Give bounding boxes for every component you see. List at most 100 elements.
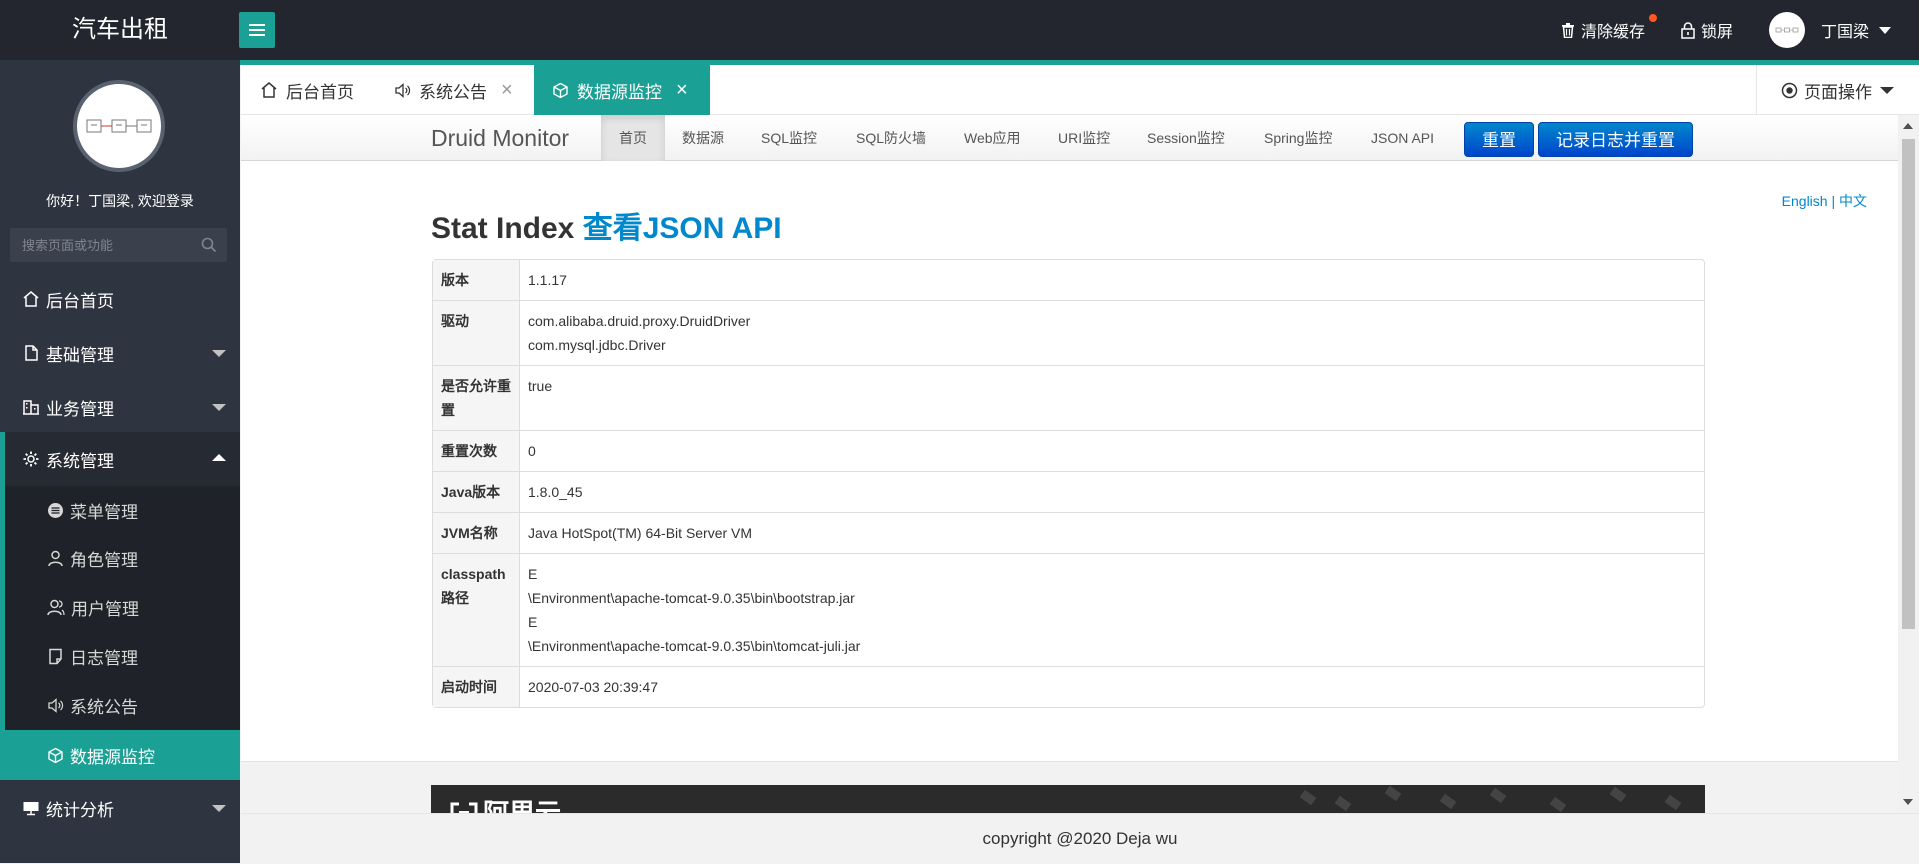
app-title: 汽车出租: [72, 16, 168, 43]
reset-button[interactable]: 重置: [1464, 122, 1534, 157]
scroll-thumb[interactable]: [1902, 139, 1915, 629]
aliyun-banner-text: 阿里云: [483, 798, 562, 813]
druid-nav-home[interactable]: 首页: [601, 115, 665, 161]
sidebar-item-label: 菜单管理: [70, 502, 138, 522]
druid-nav-wall[interactable]: SQL防火墙: [838, 115, 944, 161]
table-row: 驱动 com.alibaba.druid.proxy.DruidDriver com…: [433, 300, 1704, 365]
row-value-line: \Environment\apache-tomcat-9.0.35\bin\to…: [528, 638, 861, 654]
row-value: 2020-07-03 20:39:47: [520, 666, 1704, 707]
note-icon: [49, 648, 62, 664]
druid-nav-spring[interactable]: Spring监控: [1246, 115, 1350, 161]
sidebar-item-label: 系统公告: [70, 697, 138, 717]
sidebar-item-datasource-monitor[interactable]: 数据源监控: [0, 730, 240, 780]
cube-icon: [48, 747, 63, 763]
target-icon: [1781, 82, 1798, 98]
scroll-down-icon[interactable]: [1903, 799, 1913, 805]
lock-screen-button[interactable]: 锁屏: [1681, 18, 1733, 42]
menu-toggle-button[interactable]: [239, 12, 275, 48]
druid-nav-sql[interactable]: SQL监控: [743, 115, 835, 161]
druid-nav-uri[interactable]: URI监控: [1040, 115, 1128, 161]
druid-nav-session[interactable]: Session监控: [1129, 115, 1243, 161]
circle-menu-icon: [48, 502, 63, 518]
aliyun-banner[interactable]: 阿里云: [431, 785, 1705, 813]
tab-notice[interactable]: 系统公告 ×: [394, 65, 513, 115]
avatar-diagram-image: [1775, 27, 1799, 33]
caret-down-icon: [212, 350, 226, 357]
row-value: 1.8.0_45: [520, 471, 1704, 512]
sidebar-item-notice[interactable]: 系统公告: [0, 681, 240, 729]
row-value-line: Java HotSpot(TM) 64-Bit Server VM: [528, 525, 753, 541]
close-icon[interactable]: ×: [676, 80, 688, 100]
sidebar-item-basic[interactable]: 基础管理: [0, 326, 240, 380]
caret-down-icon: [212, 404, 226, 411]
row-value-line: com.alibaba.druid.proxy.DruidDriver: [528, 313, 751, 329]
monitor-icon: [23, 802, 39, 816]
sidebar-item-label: 系统管理: [46, 451, 114, 471]
tab-home[interactable]: 后台首页: [260, 65, 354, 115]
row-value-line: com.mysql.jdbc.Driver: [528, 337, 666, 353]
tab-label: 系统公告: [419, 82, 487, 102]
user-icon: [48, 550, 63, 566]
sidebar-item-label: 后台首页: [46, 291, 114, 311]
row-value-line: 1.1.17: [528, 272, 567, 288]
banner-decoration: [1299, 789, 1317, 806]
search-input[interactable]: [10, 236, 190, 254]
tab-datasource-monitor[interactable]: 数据源监控 ×: [534, 65, 710, 115]
druid-nav-datasource[interactable]: 数据源: [664, 115, 742, 161]
language-switch: English | 中文: [1782, 191, 1867, 211]
row-value: E \Environment\apache-tomcat-9.0.35\bin\b…: [520, 553, 1704, 666]
users-icon: [47, 599, 65, 615]
aliyun-logo: 阿里云: [449, 793, 561, 813]
sidebar-item-business[interactable]: 业务管理: [0, 380, 240, 434]
stat-info-table: 版本 1.1.17 驱动 com.alibaba.druid.proxy.DruidD…: [432, 259, 1705, 708]
row-value: 1.1.17: [520, 260, 1704, 300]
tab-label: 后台首页: [286, 82, 354, 102]
view-json-api-link[interactable]: 查看JSON API: [583, 212, 782, 245]
druid-nav-webapp[interactable]: Web应用: [946, 115, 1039, 161]
banner-decoration: [1664, 794, 1682, 811]
sidebar-item-statistics[interactable]: 统计分析: [0, 781, 240, 835]
trash-icon: [1561, 22, 1574, 38]
page-ops-label: 页面操作: [1804, 82, 1872, 102]
row-value-line: E: [528, 614, 538, 630]
system-submenu: 菜单管理 角色管理 用户管理 日志管理 系统公告 数据源监控: [0, 486, 240, 780]
avatar-diagram-image: [86, 119, 152, 133]
row-key: 是否允许重置: [433, 365, 520, 430]
banner-decoration: [1609, 786, 1627, 803]
welcome-text: 你好！丁国梁, 欢迎登录: [46, 193, 194, 209]
row-value: com.alibaba.druid.proxy.DruidDriver com.m…: [520, 300, 1704, 365]
header-actions: 清除缓存 锁屏 丁国梁: [1561, 0, 1919, 60]
log-and-reset-button[interactable]: 记录日志并重置: [1538, 122, 1693, 157]
lang-english-link[interactable]: English: [1782, 193, 1828, 209]
close-icon[interactable]: ×: [501, 80, 513, 100]
tabs-bar: 后台首页 系统公告 × 数据源监控 × 页面操作: [241, 65, 1919, 115]
user-menu[interactable]: 丁国梁: [1768, 12, 1891, 48]
lock-icon: [1681, 21, 1695, 39]
speaker-icon: [395, 82, 411, 98]
druid-brand[interactable]: Druid Monitor: [431, 115, 569, 161]
table-row: 启动时间 2020-07-03 20:39:47: [433, 666, 1704, 707]
clear-cache-button[interactable]: 清除缓存: [1561, 14, 1657, 42]
lang-chinese-link[interactable]: 中文: [1839, 193, 1867, 209]
banner-decoration: [1439, 793, 1457, 810]
page-operations-dropdown[interactable]: 页面操作: [1756, 65, 1919, 115]
druid-nav-json-api[interactable]: JSON API: [1353, 115, 1452, 161]
scroll-up-icon[interactable]: [1903, 123, 1913, 129]
gear-icon: [23, 451, 39, 467]
sidebar-item-role-manage[interactable]: 角色管理: [0, 534, 240, 582]
row-value: 0: [520, 430, 1704, 471]
sidebar-item-menu-manage[interactable]: 菜单管理: [0, 486, 240, 534]
sidebar-item-user-manage[interactable]: 用户管理: [0, 583, 240, 631]
datasource-monitor-frame: Druid Monitor 首页 数据源 SQL监控 SQL防火墙 Web应用 …: [241, 115, 1919, 813]
row-value-line: 1.8.0_45: [528, 484, 583, 500]
sidebar-item-log-manage[interactable]: 日志管理: [0, 632, 240, 680]
lock-screen-label: 锁屏: [1700, 24, 1733, 41]
row-key: 重置次数: [433, 430, 520, 471]
username-label: 丁国梁: [1820, 24, 1869, 41]
content-scrollbar[interactable]: [1898, 115, 1919, 813]
row-key: JVM名称: [433, 512, 520, 553]
sidebar-item-label: 角色管理: [70, 550, 138, 570]
sidebar-item-system[interactable]: 系统管理: [0, 432, 240, 486]
sidebar-item-home[interactable]: 后台首页: [0, 272, 240, 326]
search-icon[interactable]: [201, 237, 217, 253]
